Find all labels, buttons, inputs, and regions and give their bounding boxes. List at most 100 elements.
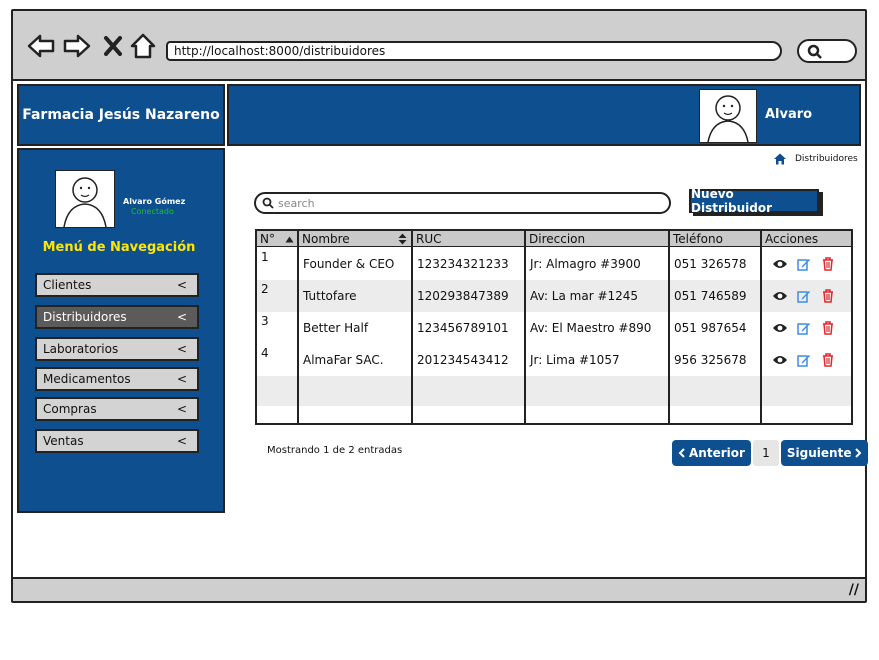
cell-nombre: Tuttofare xyxy=(303,289,357,303)
avatar xyxy=(55,170,115,228)
sidebar-item-medicamentos[interactable]: Medicamentos < xyxy=(35,367,199,391)
view-icon[interactable] xyxy=(772,256,788,272)
home-icon[interactable] xyxy=(129,33,157,59)
delete-icon[interactable] xyxy=(820,288,836,304)
browser-search-button[interactable] xyxy=(797,39,857,63)
row-actions xyxy=(762,312,836,344)
column-divider xyxy=(297,231,299,423)
resize-grip-icon[interactable]: // xyxy=(849,582,859,598)
cell-telefono: 956 325678 xyxy=(674,353,747,367)
cell-telefono: 051 746589 xyxy=(674,289,747,303)
previous-button[interactable]: Anterior xyxy=(672,440,751,466)
view-icon[interactable] xyxy=(772,352,788,368)
chevron-left-icon: < xyxy=(176,310,187,324)
edit-icon[interactable] xyxy=(796,256,812,272)
cell-ruc: 123456789101 xyxy=(417,321,509,335)
delete-icon[interactable] xyxy=(820,256,836,272)
search-placeholder: search xyxy=(278,196,315,210)
url-bar[interactable]: http://localhost:8000/distribuidores xyxy=(166,41,782,61)
cell-nombre: AlmaFar SAC. xyxy=(303,353,384,367)
chevron-left-icon: < xyxy=(176,342,187,356)
column-header-ruc[interactable]: RUC xyxy=(413,231,525,247)
sidebar-item-clientes[interactable]: Clientes < xyxy=(35,273,199,297)
next-label: Siguiente xyxy=(786,446,852,460)
breadcrumb-label: Distribuidores xyxy=(795,154,858,164)
previous-label: Anterior xyxy=(689,446,745,460)
chevron-right-icon xyxy=(855,448,862,458)
nav-title: Menú de Navegación xyxy=(42,240,196,255)
chevron-left-icon xyxy=(678,448,685,458)
sidebar-item-distribuidores[interactable]: Distribuidores < xyxy=(35,305,199,329)
next-button[interactable]: Siguiente xyxy=(780,440,869,466)
cell-n: 1 xyxy=(261,250,269,264)
view-icon[interactable] xyxy=(772,288,788,304)
cell-nombre: Founder & CEO xyxy=(303,257,395,271)
sidebar-item-label: Laboratorios xyxy=(43,342,119,356)
column-divider xyxy=(668,231,670,423)
delete-icon[interactable] xyxy=(820,320,836,336)
breadcrumb: Distribuidores xyxy=(773,153,858,165)
column-header-nombre[interactable]: Nombre xyxy=(299,231,411,247)
edit-icon[interactable] xyxy=(796,352,812,368)
cell-telefono: 051 987654 xyxy=(674,321,747,335)
search-input[interactable]: search xyxy=(254,192,671,214)
row-actions xyxy=(762,344,836,376)
browser-window: http://localhost:8000/distribuidores Far… xyxy=(11,9,869,603)
delete-icon[interactable] xyxy=(820,352,836,368)
edit-icon[interactable] xyxy=(796,320,812,336)
page-number[interactable]: 1 xyxy=(752,440,779,466)
browser-toolbar: http://localhost:8000/distribuidores xyxy=(13,11,865,81)
header-user-name[interactable]: Alvaro Gómez xyxy=(765,86,859,180)
cell-direccion: Av: El Maestro #890 xyxy=(530,321,652,335)
sidebar-item-compras[interactable]: Compras < xyxy=(35,397,199,421)
avatar xyxy=(699,89,757,143)
close-icon[interactable] xyxy=(99,33,127,59)
cell-n: 2 xyxy=(261,282,269,296)
cell-direccion: Jr: Almagro #3900 xyxy=(530,257,641,271)
edit-icon[interactable] xyxy=(796,288,812,304)
sort-icon xyxy=(398,233,407,245)
sidebar-item-laboratorios[interactable]: Laboratorios < xyxy=(35,337,199,361)
chevron-left-icon: < xyxy=(176,434,187,448)
sidebar-item-label: Distribuidores xyxy=(43,310,127,324)
column-header-direccion[interactable]: Direccion xyxy=(526,231,670,247)
column-divider xyxy=(760,231,762,423)
cell-ruc: 120293847389 xyxy=(417,289,509,303)
cell-nombre: Better Half xyxy=(303,321,369,335)
cell-ruc: 123234321233 xyxy=(417,257,509,271)
row-actions xyxy=(762,280,836,312)
cell-ruc: 201234543412 xyxy=(417,353,509,367)
home-icon[interactable] xyxy=(773,153,787,165)
search-icon xyxy=(807,44,822,59)
status-bar: // xyxy=(13,577,865,601)
column-divider xyxy=(524,231,526,423)
column-header-acciones: Acciones xyxy=(765,232,819,246)
new-distributor-button[interactable]: Nuevo Distribuidor xyxy=(689,187,819,215)
pagination: Anterior 1 Siguiente xyxy=(672,440,869,466)
sidebar-item-label: Clientes xyxy=(43,278,92,292)
sidebar-item-ventas[interactable]: Ventas < xyxy=(35,429,199,453)
sidebar-item-label: Ventas xyxy=(43,434,84,448)
entries-summary: Mostrando 1 de 2 entradas xyxy=(267,445,403,456)
chevron-left-icon: < xyxy=(176,278,187,292)
sidebar: Alvaro Gómez Conectado Menú de Navegació… xyxy=(17,148,225,513)
cell-n: 4 xyxy=(261,346,269,360)
row-actions xyxy=(762,248,836,280)
chevron-left-icon: < xyxy=(176,402,187,416)
forward-arrow-icon[interactable] xyxy=(63,33,91,59)
user-status: Conectado xyxy=(131,207,174,216)
cell-n: 3 xyxy=(261,314,269,328)
brand-title: Farmacia Jesús Nazareno xyxy=(17,84,225,146)
column-header-telefono[interactable]: Teléfono xyxy=(670,231,762,247)
search-icon xyxy=(262,197,274,209)
sidebar-item-label: Medicamentos xyxy=(43,372,131,386)
back-arrow-icon[interactable] xyxy=(27,33,55,59)
cell-direccion: Jr: Lima #1057 xyxy=(530,353,620,367)
cell-telefono: 051 326578 xyxy=(674,257,747,271)
cell-direccion: Av: La mar #1245 xyxy=(530,289,639,303)
view-icon[interactable] xyxy=(772,320,788,336)
sidebar-item-label: Compras xyxy=(43,402,97,416)
column-header-n[interactable]: N° xyxy=(257,231,299,247)
chevron-left-icon: < xyxy=(176,372,187,386)
sidebar-user-name: Alvaro Gómez xyxy=(123,197,186,206)
